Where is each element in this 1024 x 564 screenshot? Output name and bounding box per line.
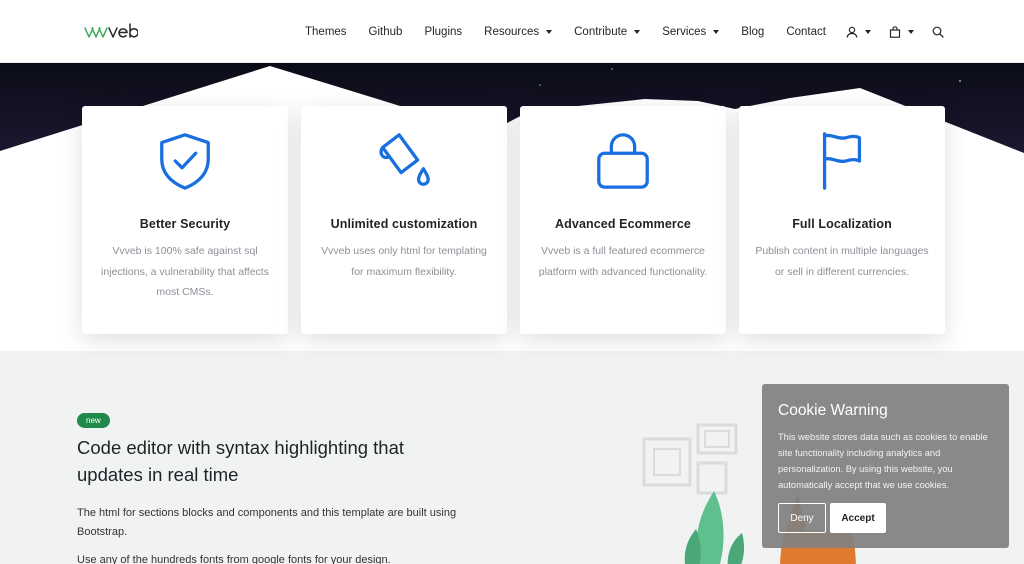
cookie-warning-dialog: Cookie Warning This website stores data … <box>762 384 1009 548</box>
nav-item-themes[interactable]: Themes <box>294 0 358 63</box>
section-paragraph: The html for sections blocks and compone… <box>77 507 457 538</box>
card-title: Advanced Ecommerce <box>555 217 691 231</box>
nav-item-github[interactable]: Github <box>358 0 414 63</box>
nav-item-plugins[interactable]: Plugins <box>413 0 473 63</box>
nav-item-blog[interactable]: Blog <box>730 0 775 63</box>
card-text: Vvveb uses only html for templating for … <box>321 245 487 278</box>
caret-down-icon <box>907 29 914 34</box>
cookie-buttons: Deny Accept <box>778 503 886 533</box>
card-text: Publish content in multiple languages or… <box>755 245 929 278</box>
section-title: Code editor with syntax highlighting tha… <box>77 437 405 485</box>
feature-card-ecommerce: Advanced Ecommerce Vvveb is a full featu… <box>520 106 726 334</box>
main-nav: Themes Github Plugins Resources Contribu… <box>294 0 953 63</box>
feature-card-localization: Full Localization Publish content in mul… <box>739 106 945 334</box>
card-title: Full Localization <box>792 217 892 231</box>
feature-cards: Better Security Vvveb is 100% safe again… <box>82 106 945 334</box>
nav-item-services[interactable]: Services <box>651 0 730 63</box>
shield-check-icon <box>160 133 210 190</box>
site-logo[interactable] <box>84 22 139 42</box>
nav-item-contact[interactable]: Contact <box>775 0 837 63</box>
caret-down-icon <box>634 29 641 34</box>
accept-button[interactable]: Accept <box>830 503 886 533</box>
navbar: Themes Github Plugins Resources Contribu… <box>0 0 1024 63</box>
user-icon <box>846 26 858 38</box>
caret-down-icon <box>546 29 553 34</box>
cookie-title: Cookie Warning <box>778 402 888 419</box>
new-badge: new <box>77 413 110 428</box>
deny-button[interactable]: Deny <box>778 503 826 533</box>
cart-icon <box>889 25 901 38</box>
search-button[interactable] <box>923 0 953 63</box>
caret-down-icon <box>864 29 871 34</box>
cookie-text: This website stores data such as cookies… <box>778 432 988 490</box>
caret-down-icon <box>713 29 720 34</box>
cart-menu[interactable] <box>880 0 923 63</box>
feature-card-customization: Unlimited customization Vvveb uses only … <box>301 106 507 334</box>
card-title: Better Security <box>139 217 231 231</box>
feature-card-security: Better Security Vvveb is 100% safe again… <box>82 106 288 334</box>
user-menu[interactable] <box>837 0 880 63</box>
card-title: Unlimited customization <box>330 217 478 231</box>
paint-bucket-icon <box>379 133 430 186</box>
card-text: Vvveb is a full featured ecommerce platf… <box>538 245 708 278</box>
card-text: Vvveb is 100% safe against sql injection… <box>101 245 269 298</box>
section-paragraph: Use any of the hundreds fonts from googl… <box>77 554 391 564</box>
nav-item-resources[interactable]: Resources <box>473 0 563 63</box>
search-icon <box>932 26 944 38</box>
shopping-bag-icon <box>597 133 649 189</box>
nav-item-contribute[interactable]: Contribute <box>563 0 651 63</box>
flag-icon <box>822 132 862 190</box>
